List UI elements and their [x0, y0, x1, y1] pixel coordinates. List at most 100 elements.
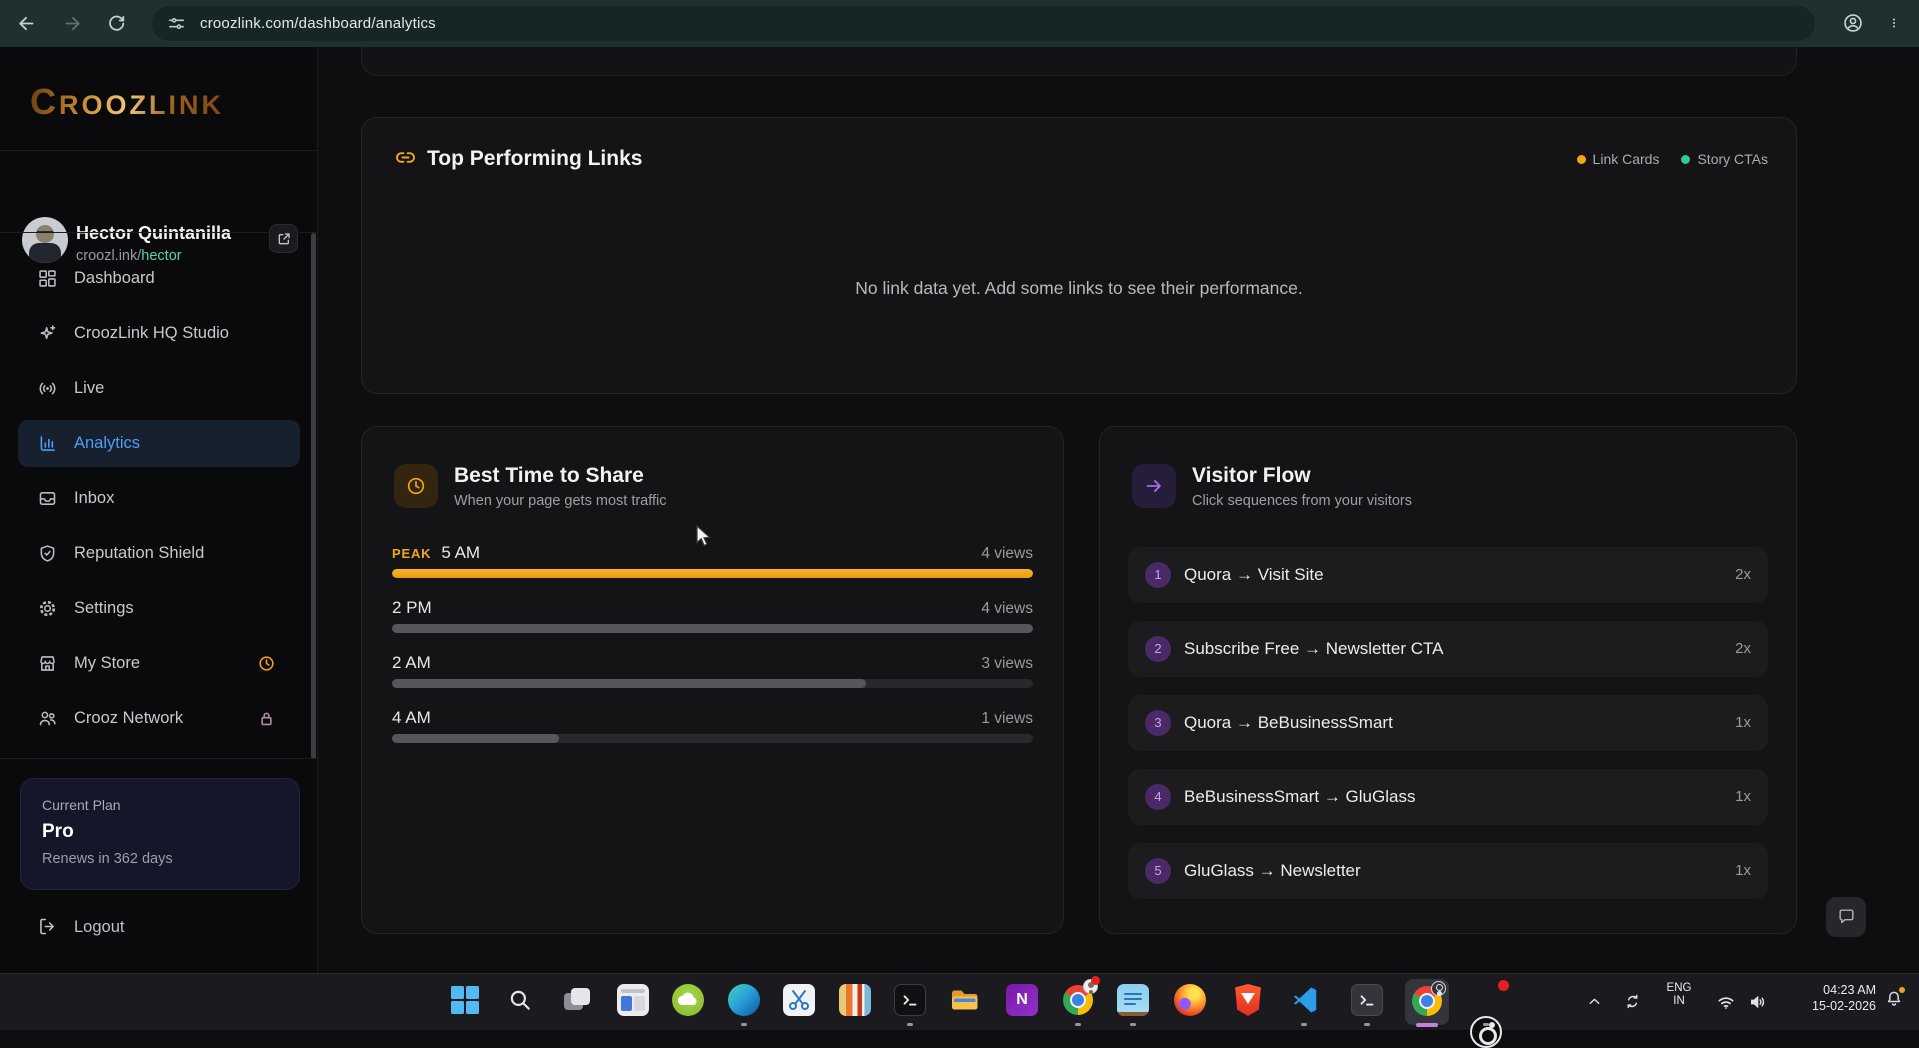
- plan-renewal: Renews in 362 days: [42, 851, 173, 867]
- cloud-app-button[interactable]: [672, 984, 704, 1016]
- sidebar-scrollbar[interactable]: [311, 233, 316, 759]
- flow-count: 1x: [1735, 769, 1751, 825]
- firefox-button[interactable]: [1174, 984, 1206, 1016]
- tray-date: 15-02-2026: [1790, 998, 1876, 1014]
- sidebar-item-crooz-network[interactable]: Crooz Network: [18, 695, 300, 742]
- time-label: 2 PM: [392, 598, 432, 618]
- inbox-icon: [37, 488, 58, 509]
- tray-sync-icon[interactable]: [1624, 993, 1641, 1010]
- list-item[interactable]: 1 Quora → Visit Site 2x: [1128, 547, 1768, 603]
- windows-terminal-button[interactable]: [1351, 984, 1383, 1016]
- windows-logo-icon: [451, 986, 479, 1014]
- back-icon[interactable]: [16, 13, 37, 34]
- browser-profile-icon[interactable]: [1842, 12, 1864, 34]
- sidebar-item-settings[interactable]: Settings: [18, 585, 300, 632]
- onenote-button[interactable]: N: [1006, 984, 1038, 1016]
- app-window-pane: [621, 996, 632, 1011]
- external-link-icon: [276, 231, 292, 247]
- list-item[interactable]: 2 Subscribe Free → Newsletter CTA 2x: [1128, 621, 1768, 677]
- card-title: Top Performing Links: [427, 147, 642, 171]
- reload-icon[interactable]: [106, 13, 127, 34]
- row-labels: PEAK5 AM 4 views: [392, 543, 1033, 565]
- tray-chevron-up-icon[interactable]: [1586, 993, 1603, 1010]
- app-window-button[interactable]: [617, 984, 649, 1016]
- chrome-profile-button[interactable]: [1062, 984, 1094, 1016]
- windows-terminal-icon: [1356, 989, 1378, 1011]
- onenote-icon: N: [1016, 991, 1028, 1008]
- forward-icon[interactable]: [62, 13, 83, 34]
- best-time-row: 2 PM 4 views: [392, 598, 1033, 633]
- windows-taskbar: N: [0, 973, 1919, 1030]
- step-number-badge: 4: [1145, 784, 1171, 810]
- sidebar-item-live[interactable]: Live: [18, 365, 300, 412]
- sparkles-icon: [37, 323, 58, 344]
- sidebar-item-label: Live: [74, 365, 104, 412]
- vscode-icon: [1290, 985, 1320, 1015]
- browser-menu-icon[interactable]: [1888, 12, 1900, 34]
- taskbar-search[interactable]: [504, 984, 536, 1016]
- best-time-to-share-card: Best Time to Share When your page gets m…: [361, 426, 1064, 934]
- obs-studio-button[interactable]: [1470, 1016, 1502, 1048]
- vscode-button[interactable]: [1289, 984, 1321, 1016]
- card-title: Best Time to Share: [454, 464, 644, 488]
- bell-notification-dot: [1899, 987, 1905, 993]
- sidebar-item-analytics[interactable]: Analytics: [18, 420, 300, 467]
- views-label: 4 views: [981, 600, 1033, 618]
- folder-icon: [949, 984, 981, 1016]
- sidebar-item-inbox[interactable]: Inbox: [18, 475, 300, 522]
- sidebar-item-reputation-shield[interactable]: Reputation Shield: [18, 530, 300, 577]
- running-indicator: [1130, 1023, 1136, 1026]
- task-view-button[interactable]: [561, 984, 593, 1016]
- row-labels: 2 PM 4 views: [392, 598, 1033, 620]
- file-explorer-button[interactable]: [949, 984, 981, 1016]
- site-info-icon[interactable]: [167, 14, 186, 33]
- plan-name: Pro: [42, 821, 74, 843]
- notification-bell-icon[interactable]: [1884, 989, 1904, 1009]
- terminal-button[interactable]: [894, 984, 926, 1016]
- url-text[interactable]: croozlink.com/dashboard/analytics: [200, 6, 436, 41]
- address-bar[interactable]: croozlink.com/dashboard/analytics: [152, 6, 1815, 41]
- list-item[interactable]: 4 BeBusinessSmart → GluGlass 1x: [1128, 769, 1768, 825]
- time-label: 4 AM: [392, 708, 431, 728]
- start-button[interactable]: [449, 984, 481, 1016]
- sidebar-item-dashboard[interactable]: Dashboard: [18, 255, 300, 302]
- notepad-line2: [1124, 1003, 1136, 1005]
- best-time-row: 4 AM 1 views: [392, 708, 1033, 743]
- bar-chart-icon: [37, 433, 58, 454]
- open-profile-button[interactable]: [269, 224, 298, 253]
- tray-language-indicator[interactable]: ENGIN: [1664, 982, 1694, 1008]
- step-number-badge: 5: [1145, 858, 1171, 884]
- list-item[interactable]: 5 GluGlass → Newsletter 1x: [1128, 843, 1768, 899]
- flow-label: Quora → Visit Site: [1184, 547, 1324, 603]
- list-item[interactable]: 3 Quora → BeBusinessSmart 1x: [1128, 695, 1768, 751]
- top-performing-links-card: Top Performing Links Link Cards Story CT…: [361, 117, 1797, 394]
- volume-icon[interactable]: [1748, 992, 1768, 1012]
- step-number-badge: 3: [1145, 710, 1171, 736]
- flow-count: 2x: [1735, 621, 1751, 677]
- brave-button[interactable]: [1232, 984, 1264, 1016]
- people-icon: [37, 708, 58, 729]
- time-label: 5 AM: [441, 543, 480, 563]
- sidebar-item-label: Crooz Network: [74, 695, 183, 742]
- running-indicator: [1364, 1023, 1370, 1026]
- legend-label: Story CTAs: [1697, 151, 1768, 167]
- step-number-badge: 1: [1145, 562, 1171, 588]
- tray-clock[interactable]: 04:23 AM 15-02-2026: [1790, 982, 1876, 1014]
- sidebar-item-hq-studio[interactable]: CroozLink HQ Studio: [18, 310, 300, 357]
- chrome-active-button[interactable]: [1405, 979, 1449, 1025]
- media-player-button[interactable]: [839, 984, 871, 1016]
- divider: [0, 150, 318, 151]
- notepad-button[interactable]: [1117, 984, 1149, 1016]
- views-label: 3 views: [981, 655, 1033, 673]
- sidebar-item-my-store[interactable]: My Store: [18, 640, 300, 687]
- snipping-tool-button[interactable]: [783, 984, 815, 1016]
- active-app-indicator: [1416, 1023, 1438, 1027]
- peak-badge: PEAK: [392, 546, 431, 561]
- wifi-icon[interactable]: [1716, 992, 1736, 1012]
- row-labels: 4 AM 1 views: [392, 708, 1033, 730]
- flow-count: 1x: [1735, 695, 1751, 751]
- logout-button[interactable]: Logout: [18, 905, 300, 949]
- chat-widget-button[interactable]: [1826, 897, 1866, 937]
- sidebar: CROOZLINK Hector Quintanilla croozl.ink/…: [0, 47, 318, 973]
- edge-button[interactable]: [728, 984, 760, 1016]
